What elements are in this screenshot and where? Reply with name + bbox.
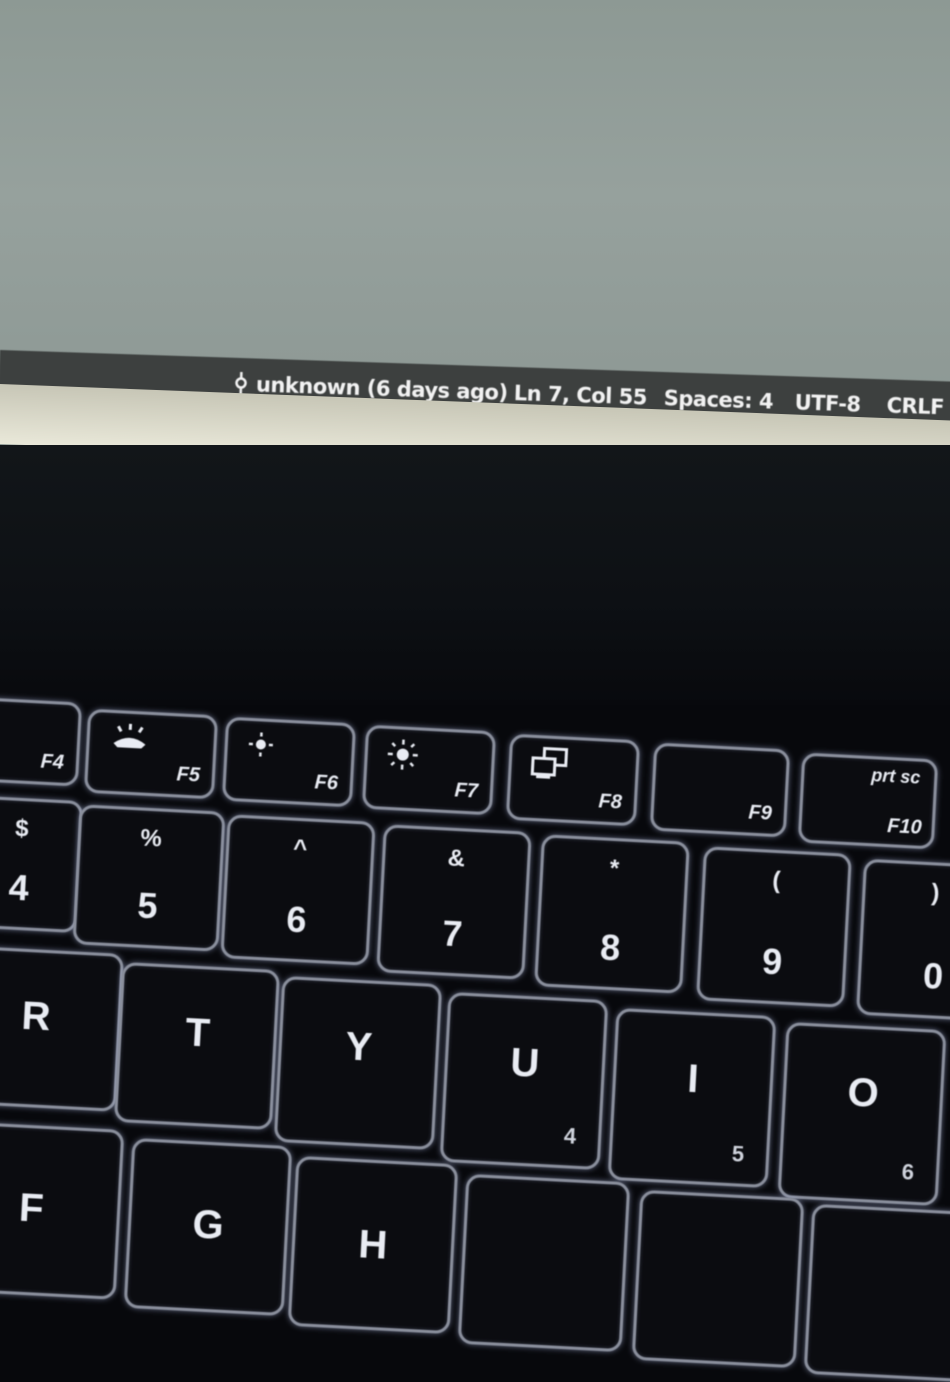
key-f[interactable]: F xyxy=(0,1122,124,1300)
key-y[interactable]: Y xyxy=(274,976,442,1150)
key-label: F10 xyxy=(887,815,923,840)
key-label: 8 xyxy=(538,923,682,972)
key-9[interactable]: ( 9 xyxy=(696,846,852,1008)
key-label: F6 xyxy=(314,771,339,795)
key-5[interactable]: % 5 xyxy=(72,804,225,951)
key-h[interactable]: H xyxy=(288,1156,459,1334)
key-label: 0 xyxy=(860,952,950,1000)
key-numpad-label: 6 xyxy=(901,1159,915,1186)
key-shift-symbol: $ xyxy=(0,812,79,846)
key-shift-symbol: ^ xyxy=(229,831,372,866)
key-label: 6 xyxy=(224,895,368,944)
key-r[interactable]: R xyxy=(0,946,124,1112)
key-numpad-label: 5 xyxy=(731,1141,745,1168)
brightness-up-icon xyxy=(385,737,421,778)
key-label: 4 xyxy=(0,864,77,912)
key-f6[interactable]: F6 xyxy=(222,717,356,808)
key-t[interactable]: T xyxy=(114,962,280,1130)
laptop-keyboard: F4 F5 F6 xyxy=(0,0,950,1266)
key-g[interactable]: G xyxy=(124,1138,293,1316)
display-switch-icon xyxy=(529,746,571,787)
key-6[interactable]: ^ 6 xyxy=(220,814,375,966)
key-label: R xyxy=(0,991,119,1043)
key-7[interactable]: & 7 xyxy=(376,824,532,980)
keyboard-backlight-icon xyxy=(107,721,153,758)
key-f7[interactable]: F7 xyxy=(362,725,496,816)
key-shift-symbol: & xyxy=(385,841,528,876)
key-4[interactable]: $ 4 xyxy=(0,795,83,933)
key-numpad-label: 4 xyxy=(563,1123,577,1150)
key-label: F7 xyxy=(454,779,479,803)
key-f10[interactable]: prt sc F10 xyxy=(798,753,939,850)
key-label: G xyxy=(130,1199,286,1252)
key-u[interactable]: U 4 xyxy=(440,992,609,1170)
key-label: 7 xyxy=(380,909,524,958)
key-o[interactable]: O 6 xyxy=(778,1022,947,1206)
key-label: 5 xyxy=(77,881,219,930)
key-shift-symbol: ( xyxy=(705,863,848,898)
key-label: F xyxy=(0,1183,118,1235)
key-8[interactable]: * 8 xyxy=(534,834,690,994)
key-shift-symbol: * xyxy=(543,851,686,886)
key-f9[interactable]: F9 xyxy=(650,743,790,838)
key-label: F9 xyxy=(748,802,773,826)
key-f8[interactable]: F8 xyxy=(506,734,640,827)
key-f5[interactable]: F5 xyxy=(84,709,218,800)
key-k[interactable] xyxy=(632,1190,805,1368)
key-label: F5 xyxy=(176,763,201,787)
key-shift-symbol: % xyxy=(80,821,221,856)
key-label: T xyxy=(121,1007,275,1060)
key-label: F8 xyxy=(598,790,623,814)
key-label: F4 xyxy=(40,751,65,775)
key-label: O xyxy=(785,1067,941,1120)
key-label: H xyxy=(294,1219,452,1272)
key-shift-symbol: ) xyxy=(865,876,950,910)
key-j[interactable] xyxy=(458,1174,631,1352)
key-0[interactable]: ) 0 xyxy=(856,859,950,1022)
key-label: Y xyxy=(281,1021,437,1074)
key-l[interactable] xyxy=(804,1204,950,1382)
key-f4[interactable]: F4 xyxy=(0,697,82,786)
brightness-down-icon xyxy=(245,729,277,766)
key-i[interactable]: I 5 xyxy=(608,1008,777,1188)
key-alt-label: prt sc xyxy=(871,765,921,789)
key-label: I xyxy=(615,1053,771,1106)
key-label: U xyxy=(447,1037,603,1090)
key-label: 9 xyxy=(700,937,844,986)
